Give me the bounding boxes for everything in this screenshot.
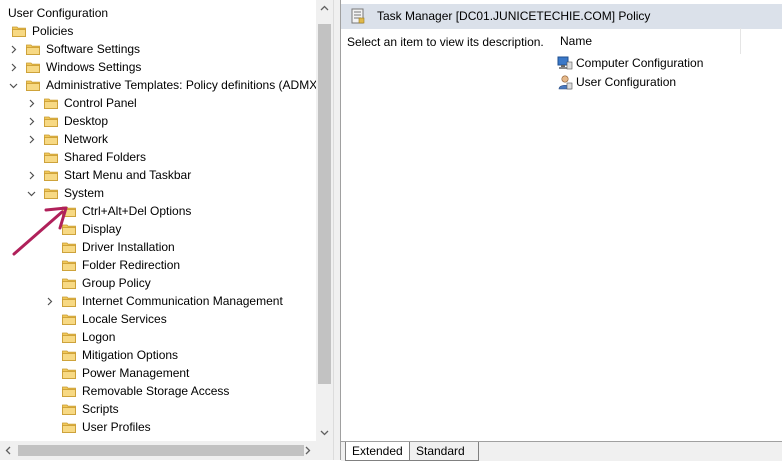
name-column-header[interactable]: Name [555,28,741,54]
tree-vertical-scrollbar[interactable] [316,0,333,441]
tab-extended[interactable]: Extended [345,442,414,461]
tree-item-label: System [64,186,105,200]
scrollbar-corner [316,441,333,460]
chevron-right-icon[interactable] [44,292,54,310]
scroll-thumb[interactable] [318,24,331,384]
tree-item-policies[interactable]: Policies [0,22,316,40]
folder-icon [62,314,76,325]
tree-item-label: Policies [32,24,74,38]
tree-item-label: Desktop [64,114,109,128]
tree-item-user-configuration[interactable]: User Configuration [0,4,316,22]
scroll-right-icon[interactable] [299,441,316,460]
folder-icon [44,170,58,181]
tree-item-label: Scripts [82,402,119,416]
tree-item-label: Network [64,132,109,146]
tree-item-user-profiles[interactable]: User Profiles [0,418,316,436]
tree-item-administrative-templates-policy-definitions-admx[interactable]: Administrative Templates: Policy definit… [0,76,316,94]
tree-item-logon[interactable]: Logon [0,328,316,346]
tree-item-label: Logon [82,330,116,344]
tree-item-scripts[interactable]: Scripts [0,400,316,418]
tree-item-network[interactable]: Network [0,130,316,148]
tree-item-start-menu-and-taskbar[interactable]: Start Menu and Taskbar [0,166,316,184]
folder-icon [26,62,40,73]
folder-icon [44,116,58,127]
tree-item-removable-storage-access[interactable]: Removable Storage Access [0,382,316,400]
tree-item-label: Power Management [82,366,190,380]
chevron-right-icon[interactable] [26,130,36,148]
annotation-arrow-icon [12,206,68,256]
tree-item-label: Ctrl+Alt+Del Options [82,204,192,218]
chevron-right-icon[interactable] [8,40,18,58]
tree-item-software-settings[interactable]: Software Settings [0,40,316,58]
folder-icon [62,422,76,433]
chevron-right-icon[interactable] [26,166,36,184]
tree-item-label: Group Policy [82,276,151,290]
tree-item-label: Driver Installation [82,240,175,254]
folder-icon [44,134,58,145]
policy-document-icon [351,8,365,24]
tree-item-label: Windows Settings [46,60,142,74]
chevron-down-icon[interactable] [8,76,18,94]
scroll-down-icon[interactable] [316,424,333,441]
tab-standard[interactable]: Standard [409,442,479,461]
tree-item-label: Start Menu and Taskbar [64,168,192,182]
tree-item-label: Folder Redirection [82,258,181,272]
tree-item-power-management[interactable]: Power Management [0,364,316,382]
scroll-up-icon[interactable] [316,0,333,17]
folder-icon [44,152,58,163]
tree-item-label: Software Settings [46,42,141,56]
folder-icon [62,386,76,397]
folder-icon [44,188,58,199]
tree-item-label: User Configuration [8,6,109,20]
policy-title: Task Manager [DC01.JUNICETECHIE.COM] Pol… [377,9,651,23]
tree-item-control-panel[interactable]: Control Panel [0,94,316,112]
chevron-right-icon[interactable] [8,58,18,76]
chevron-right-icon[interactable] [26,94,36,112]
tree-item-locale-services[interactable]: Locale Services [0,310,316,328]
list-item-label: Computer Configuration [576,56,704,70]
computer-config-icon [557,56,573,70]
user-config-icon [558,75,573,90]
tree-item-label: Locale Services [82,312,167,326]
tree-item-shared-folders[interactable]: Shared Folders [0,148,316,166]
description-text: Select an item to view its description. [347,35,544,49]
folder-icon [62,332,76,343]
tree-item-label: Mitigation Options [82,348,179,362]
folder-icon [62,368,76,379]
folder-icon [12,26,26,37]
tree-item-label: Control Panel [64,96,137,110]
tree-item-label: Display [82,222,122,236]
tree-item-label: Internet Communication Management [82,294,283,308]
list-item-label: User Configuration [576,75,677,89]
tree-item-label: Removable Storage Access [82,384,230,398]
scroll-left-icon[interactable] [0,441,17,460]
hscroll-thumb[interactable] [18,445,304,456]
folder-icon [26,80,40,91]
folder-icon [26,44,40,55]
folder-icon [62,278,76,289]
folder-icon [44,98,58,109]
folder-icon [62,404,76,415]
tree-item-group-policy[interactable]: Group Policy [0,274,316,292]
tree-item-internet-communication-management[interactable]: Internet Communication Management [0,292,316,310]
tree-item-desktop[interactable]: Desktop [0,112,316,130]
tree-item-mitigation-options[interactable]: Mitigation Options [0,346,316,364]
folder-icon [62,350,76,361]
policy-header: Task Manager [DC01.JUNICETECHIE.COM] Pol… [341,4,782,29]
view-tabs: Extended Standard [341,441,782,461]
tree-item-windows-settings[interactable]: Windows Settings [0,58,316,76]
chevron-right-icon[interactable] [26,112,36,130]
tree-item-label: User Profiles [82,420,151,434]
tree-item-label: Administrative Templates: Policy definit… [46,78,316,92]
folder-icon [62,296,76,307]
folder-icon [62,260,76,271]
tree-horizontal-scrollbar[interactable] [0,441,316,460]
tree-item-label: Shared Folders [64,150,147,164]
details-pane: Task Manager [DC01.JUNICETECHIE.COM] Pol… [340,0,782,461]
